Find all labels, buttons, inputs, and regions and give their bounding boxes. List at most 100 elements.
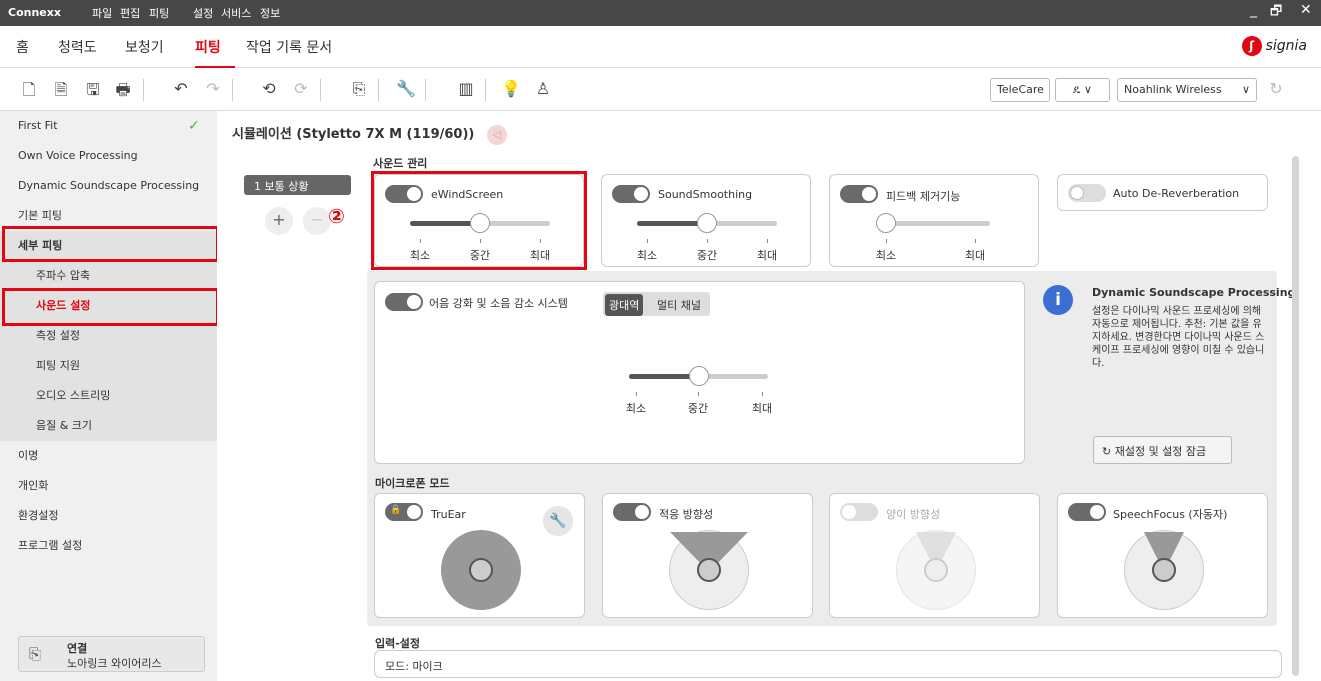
sidebar-item-environment[interactable]: 환경설정	[0, 501, 217, 531]
tab-wideband[interactable]: 광대역	[605, 294, 644, 316]
adaptive-directional-toggle[interactable]	[613, 503, 651, 521]
tick	[762, 392, 763, 396]
remove-program-button[interactable]: −	[303, 207, 331, 235]
chevron-down-icon: ∨	[1241, 83, 1250, 96]
tick	[647, 239, 648, 243]
nav-hearing-aid[interactable]: 보청기	[125, 37, 164, 57]
input-mode-row[interactable]: 모드: 마이크	[374, 650, 1282, 678]
sidebar-item-first-fit[interactable]: First Fit ✓	[0, 111, 217, 141]
menu-file[interactable]: 파일	[92, 5, 112, 21]
redo-icon[interactable]: ↷	[202, 79, 224, 98]
soundsmoothing-toggle[interactable]	[612, 185, 650, 203]
toolbar: 🗋 🗎 🖫 🖶 ↶ ↷ ⟲ ⟳ ⎘ 🔧 ▥ 💡 ♙ TeleCare ዴ ∨ N…	[0, 69, 1321, 111]
info-title: Dynamic Soundscape Processing	[1092, 286, 1296, 299]
highlight-sound-settings	[2, 288, 219, 326]
tab-multichannel[interactable]: 멀티 채널	[657, 297, 701, 313]
menu-edit[interactable]: 편집	[120, 5, 140, 21]
menu-settings[interactable]: 설정	[193, 5, 213, 21]
add-program-button[interactable]: +	[265, 207, 293, 235]
speech-enhancement-label: 어음 강화 및 소음 감소 시스템	[429, 297, 568, 310]
nav-fitting[interactable]: 피팅	[195, 37, 221, 57]
audio-meter-icon[interactable]: ▥	[455, 79, 477, 98]
device-dropdown[interactable]: Noahlink Wireless ∨	[1117, 78, 1257, 102]
annotation-marker: ②	[328, 204, 345, 228]
feedback-toggle[interactable]	[840, 185, 878, 203]
head-icon	[1152, 558, 1176, 582]
feedback-slider-knob[interactable]	[876, 213, 896, 233]
sidebar-item-tinnitus[interactable]: 이명	[0, 441, 217, 471]
sidebar-item-sound-quality[interactable]: 음질 & 크기	[0, 411, 217, 441]
program-tab-1[interactable]: 1 보통 상황	[244, 175, 351, 195]
dereverb-card: Auto De-Reverberation	[1057, 174, 1268, 211]
speech-slider-knob[interactable]	[689, 366, 709, 386]
user-dropdown[interactable]: ዴ ∨	[1055, 78, 1110, 102]
highlight-ewindscreen	[371, 171, 587, 270]
menu-fitting[interactable]: 피팅	[149, 5, 169, 21]
feedback-label: 피드백 제거기능	[886, 190, 961, 203]
mic-mode-heading: 마이크로폰 모드	[375, 477, 450, 490]
document-icon[interactable]: 🗎	[50, 79, 72, 106]
speech-enhancement-toggle[interactable]	[385, 293, 423, 311]
minimize-button[interactable]: _	[1250, 2, 1257, 18]
binaural-directional-toggle[interactable]	[840, 503, 878, 521]
person-icon[interactable]: ♙	[532, 79, 554, 98]
menu-service[interactable]: 서비스	[221, 5, 251, 21]
sync-icon[interactable]: ⟳	[290, 79, 312, 98]
telecare-button[interactable]: TeleCare	[990, 78, 1050, 102]
close-button[interactable]: ✕	[1300, 2, 1312, 18]
hearing-aid-icon[interactable]: ⎘	[348, 79, 370, 99]
sidebar-item-frequency-compression[interactable]: 주파수 압축	[0, 261, 217, 291]
wrench-icon[interactable]: 🔧	[395, 79, 417, 98]
tick	[886, 239, 887, 243]
menu-info[interactable]: 정보	[260, 5, 280, 21]
tick	[975, 239, 976, 243]
feedback-slider[interactable]	[882, 221, 990, 226]
sidebar-item-audio-streaming[interactable]: 오디오 스트리밍	[0, 381, 217, 411]
print-icon[interactable]: 🖶	[112, 79, 134, 106]
toolbar-separator	[143, 79, 144, 101]
scrollbar[interactable]	[1292, 156, 1299, 676]
speechfocus-toggle[interactable]	[1068, 503, 1106, 521]
speaker-icon[interactable]: ◁	[486, 125, 507, 145]
highlight-fine-tuning	[2, 226, 219, 262]
refresh-icon[interactable]: ↻	[1265, 79, 1287, 98]
adaptive-directional-label: 적응 방향성	[659, 508, 714, 521]
sidebar-item-program-settings[interactable]: 프로그램 설정	[0, 531, 217, 561]
sidebar-item-label: First Fit	[18, 119, 58, 132]
wrench-icon[interactable]: 🔧	[543, 506, 573, 536]
sidebar-item-own-voice[interactable]: Own Voice Processing	[0, 141, 217, 171]
reset-lock-button[interactable]: ↻ 재설정 및 설정 잠금	[1093, 436, 1232, 464]
band-mode-switch: 광대역 멀티 채널	[603, 292, 710, 316]
speechfocus-label: SpeechFocus (자동자)	[1113, 508, 1228, 521]
tick	[698, 392, 699, 396]
nav-documentation[interactable]: 작업 기록 문서	[246, 37, 332, 57]
brand-name: signia	[1265, 38, 1307, 54]
head-icon	[469, 558, 493, 582]
head-icon	[924, 558, 948, 582]
main-panel: 시뮬레이션 (Styletto 7X M (119/60)) ◁ 1 보통 상황…	[217, 111, 1321, 681]
soundsmoothing-slider-knob[interactable]	[697, 213, 717, 233]
nav-audiogram[interactable]: 청력도	[58, 37, 97, 57]
scale-mid: 중간	[696, 249, 718, 262]
scale-max: 최대	[751, 402, 773, 415]
restore-button[interactable]: 🗗	[1270, 2, 1282, 24]
reconnect-icon[interactable]: ⟲	[258, 79, 280, 98]
dereverb-toggle[interactable]	[1068, 184, 1106, 202]
title-bar: Connexx 파일 편집 피팅 설정 서비스 정보 _ 🗗 ✕	[0, 0, 1321, 26]
lightbulb-icon[interactable]: 💡	[500, 79, 522, 98]
connect-title: 연결	[67, 642, 88, 655]
sidebar-item-personalization[interactable]: 개인화	[0, 471, 217, 501]
undo-icon[interactable]: ↶	[170, 79, 192, 98]
sidebar-item-fitting-assist[interactable]: 피팅 지원	[0, 351, 217, 381]
head-icon	[697, 558, 721, 582]
save-icon[interactable]: 🖫	[82, 79, 104, 106]
main-nav: 홈 청력도 보청기 피팅 작업 기록 문서 ʃ signia	[0, 26, 1321, 68]
truear-toggle[interactable]: 🔒	[385, 503, 423, 521]
reset-icon: ↻	[1102, 445, 1112, 458]
nav-home[interactable]: 홈	[16, 37, 29, 57]
sidebar-item-dsp[interactable]: Dynamic Soundscape Processing	[0, 171, 217, 201]
connect-button[interactable]: ⎘ 연결 노아링크 와이어리스	[18, 636, 205, 672]
scale-min: 최소	[625, 402, 647, 415]
tick	[767, 239, 768, 243]
patient-doc-icon[interactable]: 🗋	[18, 79, 40, 106]
